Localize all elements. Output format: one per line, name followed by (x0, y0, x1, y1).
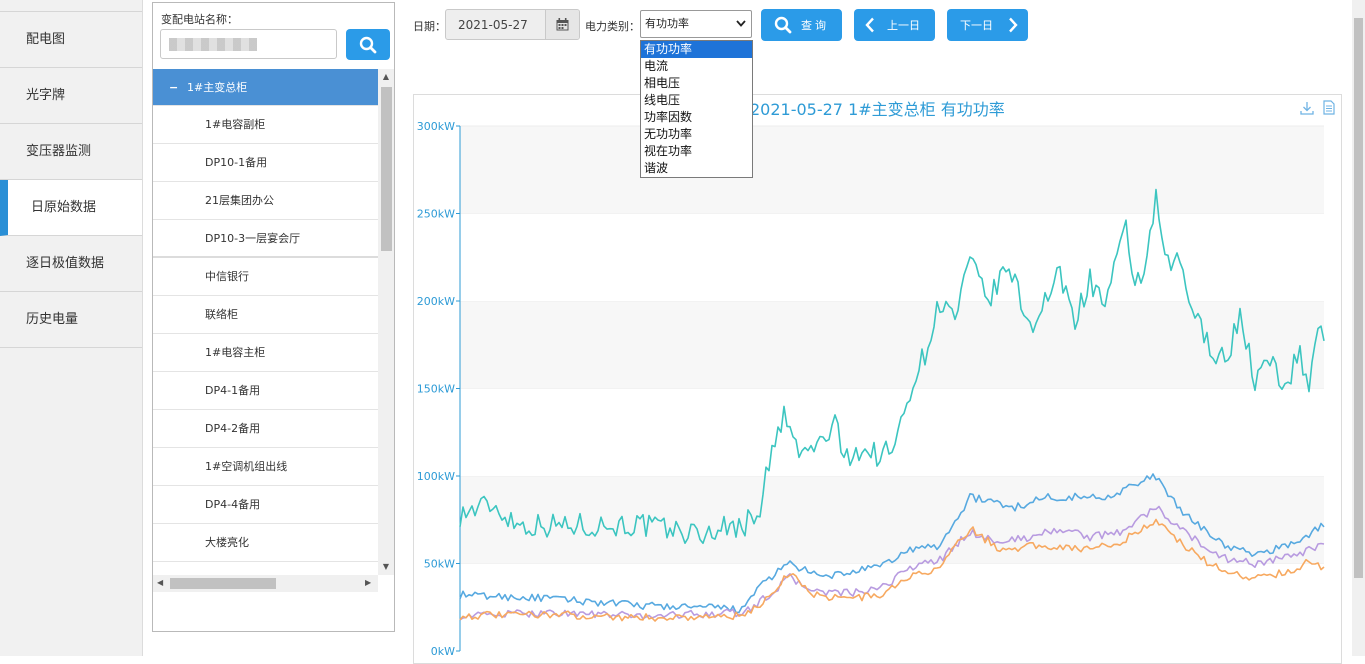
tree-item-label: 大楼亮化 (205, 536, 249, 549)
tree-vertical-scrollbar[interactable]: ▲ ▼ (378, 69, 394, 575)
scroll-right-arrow-icon[interactable]: ▶ (365, 578, 371, 587)
tree-item[interactable]: DP10-3一层宴会厅 (153, 220, 378, 258)
query-button[interactable]: 查 询 (761, 9, 842, 41)
tree-item-label: DP4-2备用 (205, 422, 261, 435)
calendar-icon (556, 18, 569, 31)
calendar-button[interactable] (545, 10, 579, 39)
y-tick-label: 150kW (417, 383, 455, 396)
station-panel: 变配电站名称： −1#主变总柜 1#电容副柜 DP10-1备用 21层集团办公 DP10… (152, 2, 395, 632)
nav-item-distribution-diagram[interactable]: 配电图 (0, 12, 142, 68)
dropdown-option[interactable]: 无功功率 (641, 126, 752, 143)
power-chart: 300kW 250kW 200kW 150kW 100kW 50kW 0kW (417, 120, 1325, 658)
station-search-button[interactable] (346, 29, 390, 60)
power-type-select[interactable]: 有功功率 (640, 10, 752, 38)
tree-item[interactable]: 21层集团办公 (153, 182, 378, 220)
nav-item-light-board[interactable]: 光字牌 (0, 68, 142, 124)
tree-item-label: DP4-1备用 (205, 384, 261, 397)
dropdown-option[interactable]: 相电压 (641, 75, 752, 92)
nav-item-daily-raw-data[interactable]: 日原始数据 (0, 180, 142, 236)
dropdown-option[interactable]: 电流 (641, 58, 752, 75)
prev-day-label: 上一日 (887, 20, 920, 32)
query-button-label: 查 询 (801, 20, 827, 32)
chevron-left-icon (865, 17, 874, 33)
power-type-value: 有功功率 (645, 17, 689, 30)
y-tick-label: 300kW (417, 120, 455, 133)
grid-band (460, 563, 1324, 651)
dropdown-option[interactable]: 有功功率 (641, 41, 752, 58)
tree-item-label: 21层集团办公 (205, 194, 274, 207)
station-label: 变配电站名称： (161, 13, 238, 26)
dropdown-option[interactable]: 视在功率 (641, 143, 752, 160)
search-icon (774, 16, 792, 34)
search-icon (359, 36, 377, 53)
power-type-dropdown-list[interactable]: 有功功率 电流 相电压 线电压 功率因数 无功功率 视在功率 谐波 (640, 40, 753, 178)
next-day-button[interactable]: 下一日 (947, 9, 1028, 41)
y-tick-label: 100kW (417, 470, 455, 483)
scroll-up-arrow-icon[interactable]: ▲ (381, 72, 391, 82)
chart-container: 300kW 250kW 200kW 150kW 100kW 50kW 0kW (413, 94, 1342, 664)
station-tree: −1#主变总柜 1#电容副柜 DP10-1备用 21层集团办公 DP10-3一层宴会厅中… (153, 69, 394, 593)
prev-day-button[interactable]: 上一日 (854, 9, 935, 41)
scroll-down-arrow-icon[interactable]: ▼ (381, 562, 391, 572)
download-icon[interactable] (1300, 101, 1314, 115)
date-value: 2021-05-27 (458, 18, 528, 32)
tree-item[interactable]: 1#空调机组出线 (153, 448, 378, 486)
tree-item-label: DP10-1备用 (205, 156, 268, 169)
tree-item[interactable]: DP10-1备用 (153, 144, 378, 182)
power-type-label: 电力类别： (585, 20, 640, 33)
page-scroll-thumb[interactable] (1354, 18, 1363, 578)
chevron-down-icon (736, 20, 746, 27)
scroll-thumb-horizontal[interactable] (170, 578, 276, 589)
toolbar: 日期： 2021-05-27 电力类别： 有功功率 查 询 上一日 下一日 (413, 9, 1063, 41)
tree-item-label: DP4-4备用 (205, 498, 261, 511)
grid-band (460, 126, 1324, 214)
tree-item-label: 联络柜 (205, 308, 238, 321)
tree-list: −1#主变总柜 1#电容副柜 DP10-1备用 21层集团办公 DP10-3一层宴会厅中… (153, 69, 378, 562)
nav-item-history-energy[interactable]: 历史电量 (0, 292, 142, 348)
tree-item[interactable]: DP4-4备用 (153, 486, 378, 524)
scroll-left-arrow-icon[interactable]: ◀ (157, 578, 163, 587)
nav-top-gap (0, 0, 142, 12)
tree-item[interactable]: 1#电容主柜 (153, 334, 378, 372)
tree-item-label: 1#空调机组出线 (205, 460, 288, 473)
side-nav: 配电图 光字牌 变压器监测 日原始数据 逐日极值数据 历史电量 (0, 0, 143, 656)
tree-item[interactable]: 联络柜 (153, 296, 378, 334)
y-tick-label: 0kW (431, 645, 455, 655)
dropdown-option[interactable]: 线电压 (641, 92, 752, 109)
scroll-thumb[interactable] (381, 87, 392, 251)
date-label: 日期： (413, 20, 446, 33)
date-input[interactable]: 2021-05-27 (445, 9, 580, 40)
chevron-right-icon (1009, 17, 1018, 33)
tree-item[interactable]: 中信银行 (153, 258, 378, 296)
redacted-text (169, 38, 257, 51)
dropdown-option[interactable]: 谐波 (641, 160, 752, 177)
nav-item-transformer-monitor[interactable]: 变压器监测 (0, 124, 142, 180)
chart-title: 2021-05-27 1#主变总柜 有功功率 (750, 100, 1005, 119)
tree-horizontal-scrollbar[interactable]: ◀ ▶ (153, 575, 378, 592)
y-tick-label: 50kW (424, 558, 455, 571)
tree-item[interactable]: DP4-1备用 (153, 372, 378, 410)
station-name-input[interactable] (160, 29, 337, 59)
collapse-icon[interactable]: − (169, 69, 187, 106)
tree-item-label: DP10-3一层宴会厅 (205, 232, 301, 245)
y-tick-label: 200kW (417, 295, 455, 308)
tree-root-item[interactable]: −1#主变总柜 (153, 69, 378, 106)
tree-item[interactable]: DP4-2备用 (153, 410, 378, 448)
dropdown-option[interactable]: 功率因数 (641, 109, 752, 126)
page-vertical-scrollbar[interactable] (1352, 0, 1365, 656)
next-day-label: 下一日 (960, 20, 993, 32)
tree-item-label: 1#电容副柜 (205, 118, 266, 131)
tree-item[interactable]: 大楼亮化 (153, 524, 378, 562)
tree-item[interactable]: 1#电容副柜 (153, 106, 378, 144)
nav-item-daily-extreme-data[interactable]: 逐日极值数据 (0, 236, 142, 292)
tree-item-label: 中信银行 (205, 270, 249, 283)
tree-item-label: 1#电容主柜 (205, 346, 266, 359)
tree-item-label: 1#主变总柜 (187, 81, 248, 94)
data-view-icon[interactable] (1323, 100, 1335, 115)
grid-band (460, 388, 1324, 476)
grid-band (460, 213, 1324, 301)
y-tick-label: 250kW (417, 208, 455, 221)
